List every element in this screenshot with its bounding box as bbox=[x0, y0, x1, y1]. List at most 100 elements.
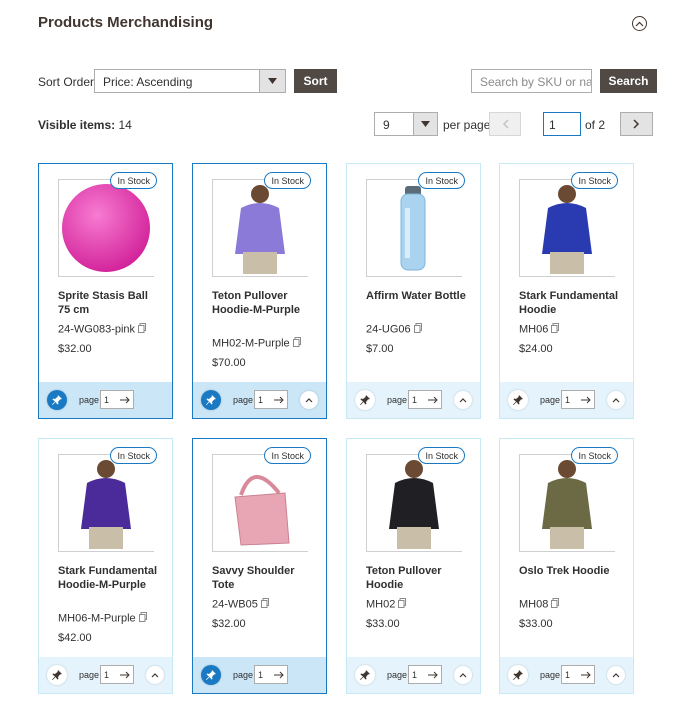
page-input[interactable]: 1 bbox=[408, 390, 442, 409]
pin-icon[interactable] bbox=[47, 665, 67, 685]
product-card[interactable]: In Stock Affirm Water Bottle 24-UG06 $7.00 p… bbox=[346, 163, 481, 419]
page-value: 1 bbox=[565, 669, 571, 680]
sort-order-select[interactable]: Price: Ascending bbox=[94, 69, 286, 93]
page-value: 1 bbox=[258, 394, 264, 405]
product-card[interactable]: In Stock Sprite Stasis Ball 75 cm 24-WG083… bbox=[38, 163, 173, 419]
product-sku-text: MH06 bbox=[519, 323, 549, 336]
product-image bbox=[366, 454, 462, 552]
page-label: page bbox=[233, 395, 254, 405]
product-sku: 24-WB05 bbox=[212, 598, 269, 611]
search-input[interactable]: Search by SKU or name bbox=[471, 69, 592, 93]
pin-icon[interactable] bbox=[508, 665, 528, 685]
arrow-right-icon[interactable] bbox=[428, 671, 438, 679]
next-page-button[interactable] bbox=[620, 112, 653, 136]
product-sku: 24-UG06 bbox=[366, 323, 422, 336]
stock-badge: In Stock bbox=[571, 447, 618, 464]
product-card[interactable]: In Stock Stark Fundamental Hoodie-M-Purpl… bbox=[38, 438, 173, 694]
chevron-down-icon bbox=[413, 113, 437, 135]
copy-icon[interactable] bbox=[551, 598, 560, 611]
product-card[interactable]: In Stock Stark Fundamental Hoodie MH06 $24.… bbox=[499, 163, 634, 419]
collapse-icon[interactable] bbox=[632, 16, 647, 31]
stock-badge: In Stock bbox=[110, 172, 157, 189]
copy-icon[interactable] bbox=[260, 598, 269, 611]
pin-icon[interactable] bbox=[508, 390, 528, 410]
arrow-right-icon[interactable] bbox=[120, 671, 130, 679]
arrow-right-icon[interactable] bbox=[581, 396, 591, 404]
page-input[interactable]: 1 bbox=[408, 665, 442, 684]
product-image bbox=[366, 179, 462, 277]
previous-page-button[interactable] bbox=[489, 112, 521, 136]
sort-order-label: Sort Order bbox=[38, 75, 95, 89]
product-price: $32.00 bbox=[58, 343, 92, 355]
arrow-right-icon[interactable] bbox=[428, 396, 438, 404]
page-input[interactable]: 1 bbox=[100, 390, 134, 409]
page-input[interactable]: 1 bbox=[561, 390, 595, 409]
page-input[interactable]: 1 bbox=[100, 665, 134, 684]
product-price: $33.00 bbox=[519, 618, 553, 630]
chevron-up-icon bbox=[151, 672, 159, 677]
copy-icon[interactable] bbox=[398, 598, 407, 611]
copy-icon[interactable] bbox=[138, 323, 147, 336]
move-up-button[interactable] bbox=[454, 666, 472, 684]
product-image bbox=[58, 454, 154, 552]
product-name: Teton Pullover Hoodie bbox=[366, 565, 442, 591]
product-card[interactable]: In Stock Teton Pullover Hoodie MH02 $33.00 p… bbox=[346, 438, 481, 694]
product-card[interactable]: In Stock Savvy Shoulder Tote 24-WB05 $32.00… bbox=[192, 438, 327, 694]
move-up-button[interactable] bbox=[607, 391, 625, 409]
pin-icon[interactable] bbox=[201, 665, 221, 685]
product-sku-text: MH06-M-Purple bbox=[58, 612, 136, 625]
product-sku-text: MH02-M-Purple bbox=[212, 337, 290, 350]
copy-icon[interactable] bbox=[138, 612, 147, 625]
product-price: $70.00 bbox=[212, 357, 246, 369]
product-sku-text: 24-WG083-pink bbox=[58, 323, 136, 336]
page-value: 1 bbox=[258, 669, 264, 680]
copy-icon[interactable] bbox=[292, 337, 301, 350]
search-button[interactable]: Search bbox=[600, 69, 657, 93]
product-price: $33.00 bbox=[366, 618, 400, 630]
product-card[interactable]: In Stock Oslo Trek Hoodie MH08 $33.00 page 1 bbox=[499, 438, 634, 694]
chevron-up-icon bbox=[459, 672, 467, 677]
card-footer: page 1 bbox=[193, 657, 326, 693]
product-sku-text: 24-UG06 bbox=[366, 323, 411, 336]
product-image bbox=[519, 454, 615, 552]
page-input[interactable]: 1 bbox=[254, 390, 288, 409]
pin-icon[interactable] bbox=[201, 390, 221, 410]
pin-icon[interactable] bbox=[355, 665, 375, 685]
arrow-right-icon[interactable] bbox=[274, 671, 284, 679]
move-up-button[interactable] bbox=[454, 391, 472, 409]
product-name: Sprite Stasis Ball 75 cm bbox=[58, 290, 148, 316]
chevron-down-icon bbox=[259, 70, 285, 92]
page-input[interactable]: 1 bbox=[561, 665, 595, 684]
copy-icon[interactable] bbox=[551, 323, 560, 336]
chevron-right-icon bbox=[633, 119, 640, 129]
product-sku: MH02 bbox=[366, 598, 407, 611]
copy-icon[interactable] bbox=[413, 323, 422, 336]
product-sku-text: MH08 bbox=[519, 598, 549, 611]
current-page-input[interactable]: 1 bbox=[543, 112, 581, 136]
card-footer: page 1 bbox=[347, 382, 480, 418]
arrow-right-icon[interactable] bbox=[274, 396, 284, 404]
page-value: 1 bbox=[565, 394, 571, 405]
pin-icon[interactable] bbox=[355, 390, 375, 410]
arrow-right-icon[interactable] bbox=[120, 396, 130, 404]
pin-icon[interactable] bbox=[47, 390, 67, 410]
page-label: page bbox=[540, 395, 561, 405]
product-name: Savvy Shoulder Tote bbox=[212, 565, 295, 591]
product-name: Stark Fundamental Hoodie-M-Purple bbox=[58, 565, 158, 591]
section-title: Products Merchandising bbox=[38, 14, 214, 31]
card-footer: page 1 bbox=[39, 382, 172, 418]
stock-badge: In Stock bbox=[418, 172, 465, 189]
product-image bbox=[58, 179, 154, 277]
product-card[interactable]: In Stock Teton Pullover Hoodie-M-Purple MH… bbox=[192, 163, 327, 419]
move-up-button[interactable] bbox=[607, 666, 625, 684]
stock-badge: In Stock bbox=[264, 172, 311, 189]
page-input[interactable]: 1 bbox=[254, 665, 288, 684]
per-page-select[interactable]: 9 bbox=[374, 112, 438, 136]
arrow-right-icon[interactable] bbox=[581, 671, 591, 679]
sort-button[interactable]: Sort bbox=[294, 69, 337, 93]
move-up-button[interactable] bbox=[146, 666, 164, 684]
product-price: $42.00 bbox=[58, 632, 92, 644]
page-label: page bbox=[79, 395, 100, 405]
move-up-button[interactable] bbox=[300, 391, 318, 409]
product-sku: MH02-M-Purple bbox=[212, 337, 301, 350]
